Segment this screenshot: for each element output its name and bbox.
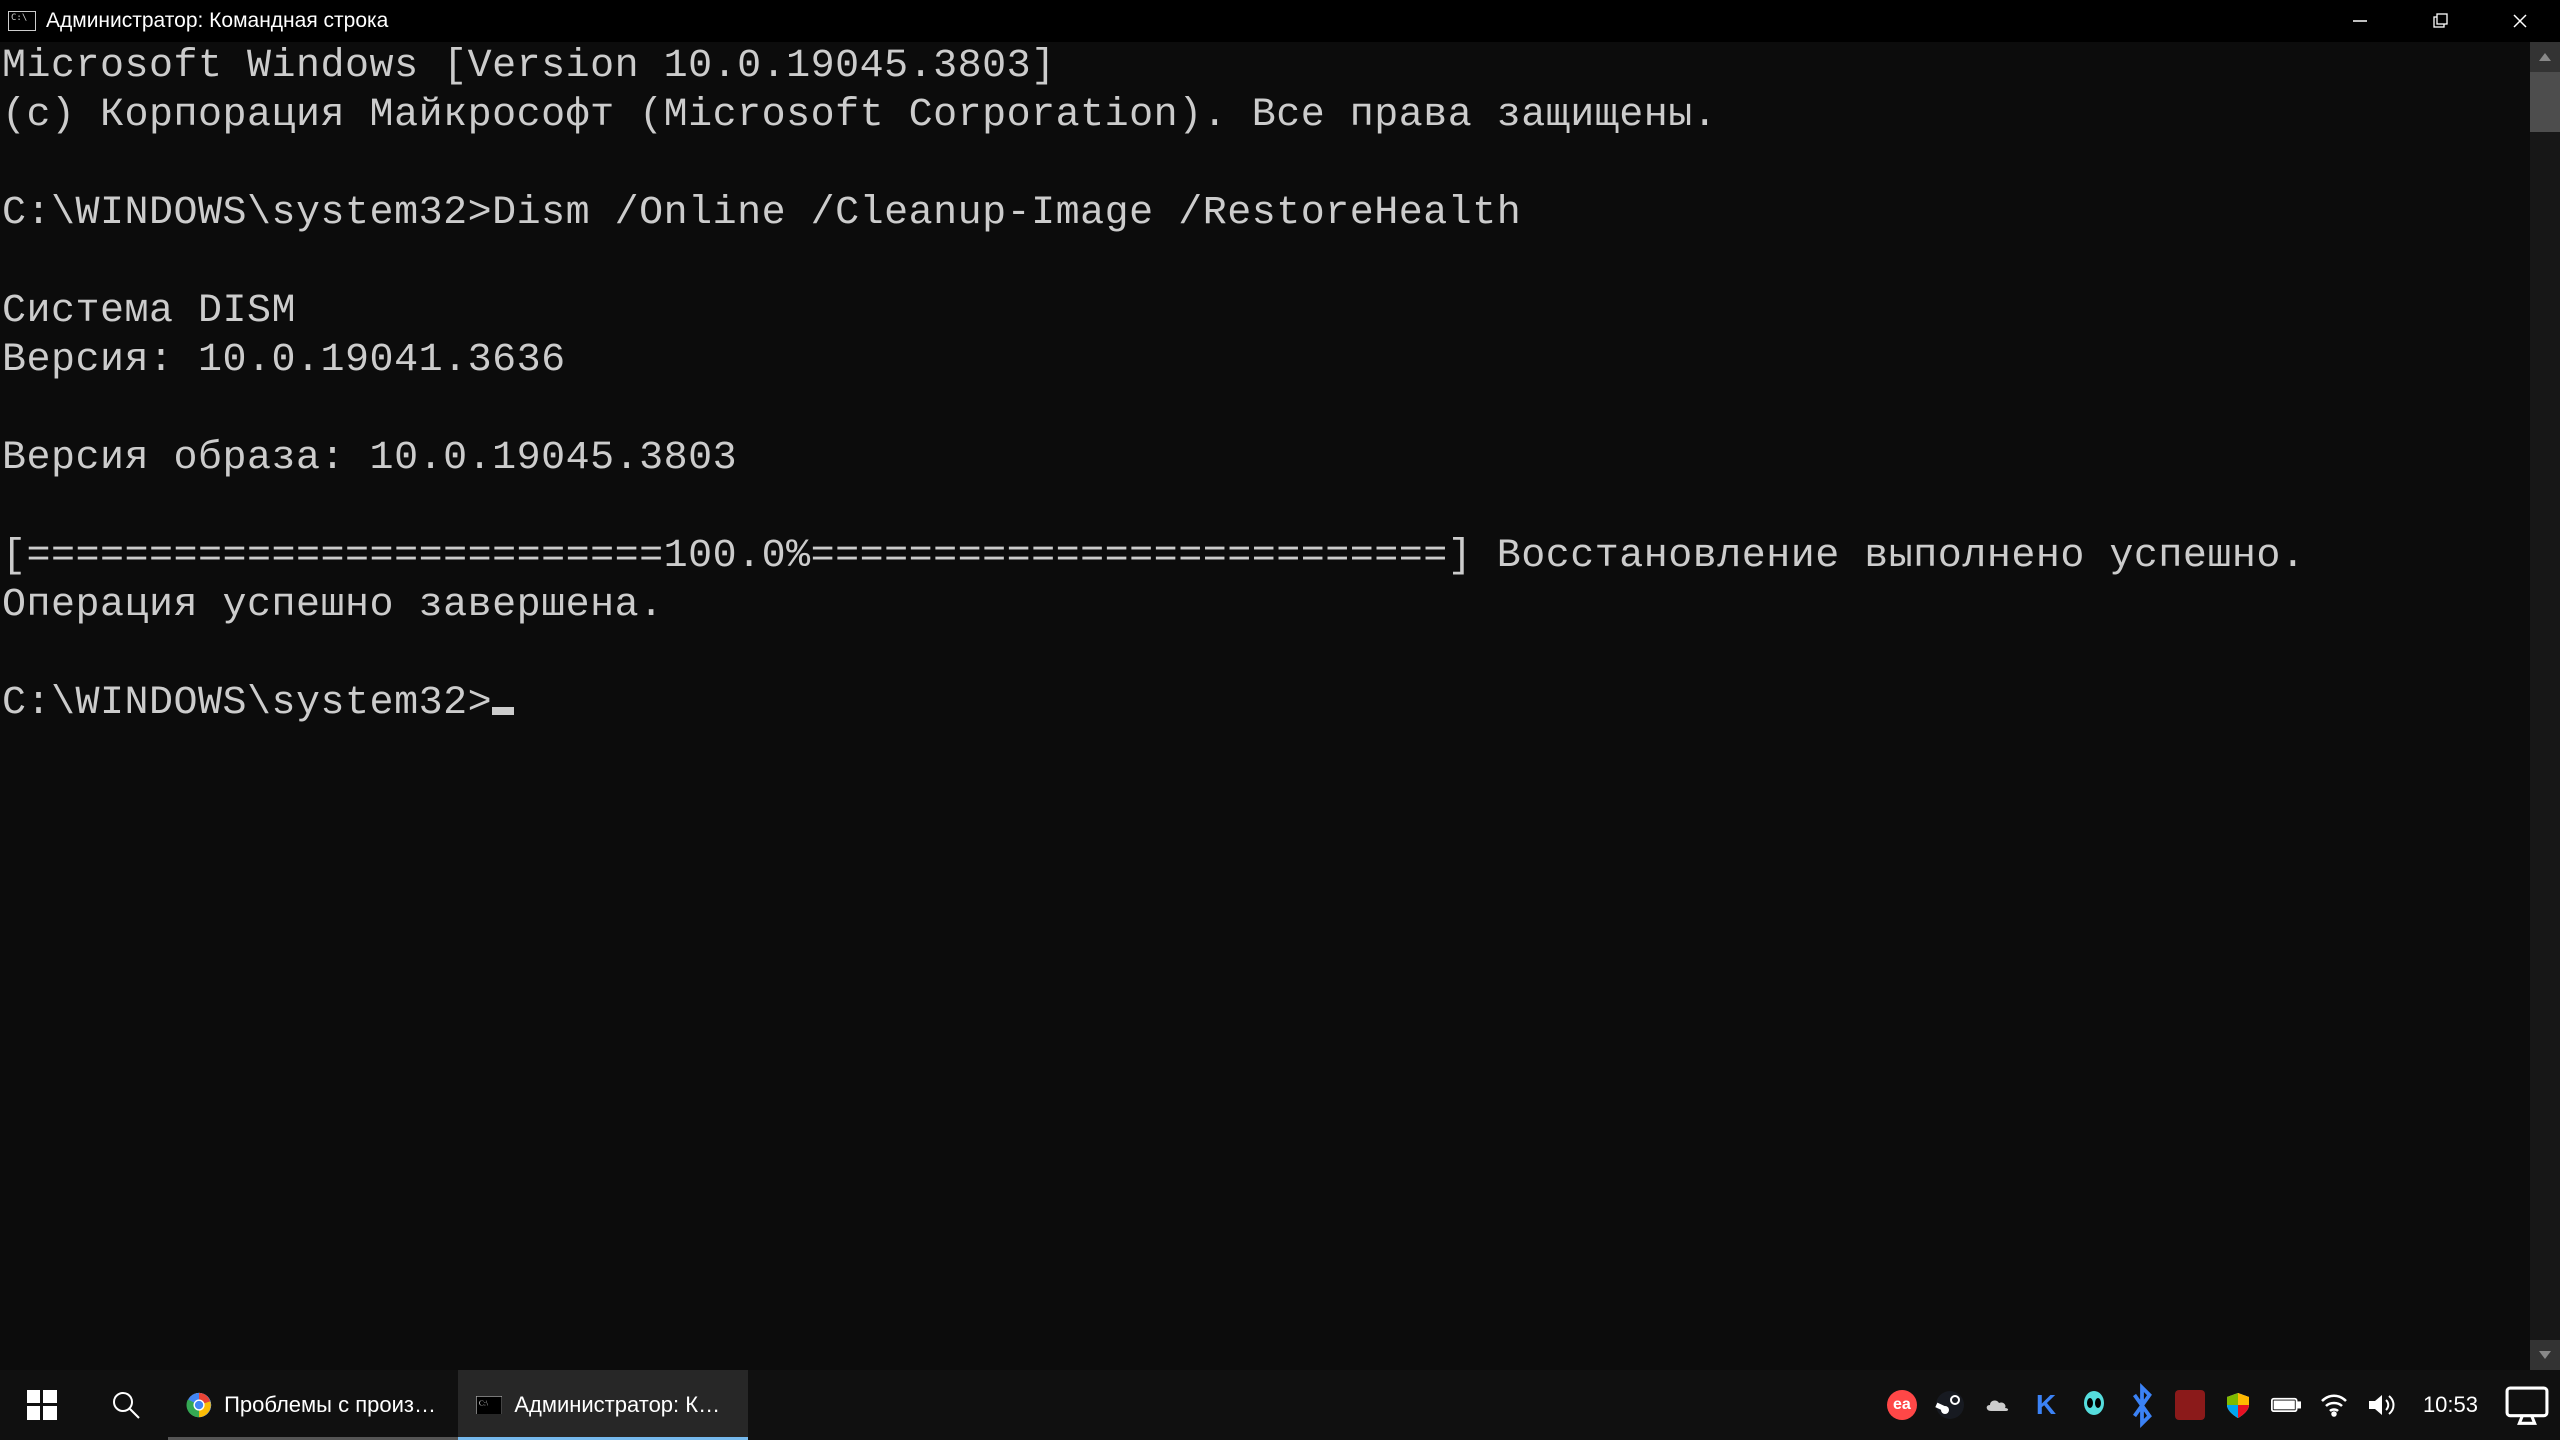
taskbar-item-label: Проблемы с произво... bbox=[224, 1392, 440, 1418]
vertical-scrollbar[interactable] bbox=[2530, 42, 2560, 1370]
action-center-button[interactable] bbox=[2504, 1370, 2550, 1440]
onedrive-tray-icon[interactable] bbox=[1983, 1390, 2013, 1420]
console-output[interactable]: Microsoft Windows [Version 10.0.19045.38… bbox=[0, 42, 2530, 1370]
close-button[interactable] bbox=[2480, 0, 2560, 42]
search-icon bbox=[110, 1389, 142, 1421]
app-k-tray-icon[interactable]: K bbox=[2031, 1390, 2061, 1420]
scroll-up-button[interactable] bbox=[2530, 42, 2560, 72]
maximize-button[interactable] bbox=[2400, 0, 2480, 42]
close-icon bbox=[2511, 12, 2529, 30]
console-line: [==========================100.0%=======… bbox=[2, 534, 2305, 579]
window-title-bar: Администратор: Командная строка bbox=[0, 0, 2560, 42]
cmd-icon: C:\ bbox=[476, 1391, 502, 1419]
chrome-icon bbox=[186, 1391, 212, 1419]
console-line: Версия: 10.0.19041.3636 bbox=[2, 338, 566, 383]
windows-security-tray-icon[interactable] bbox=[2223, 1390, 2253, 1420]
console-area: Microsoft Windows [Version 10.0.19045.38… bbox=[0, 42, 2560, 1370]
taskbar-clock[interactable]: 10:53 bbox=[2415, 1392, 2486, 1418]
console-line: (c) Корпорация Майкрософт (Microsoft Cor… bbox=[2, 93, 1717, 138]
svg-text:C:\: C:\ bbox=[479, 1398, 489, 1407]
console-line: Версия образа: 10.0.19045.3803 bbox=[2, 436, 737, 481]
taskbar-item-label: Администратор: Ком... bbox=[514, 1392, 730, 1418]
console-line: Операция успешно завершена. bbox=[2, 583, 664, 628]
taskbar-item-cmd[interactable]: C:\ Администратор: Ком... bbox=[458, 1370, 748, 1440]
start-button[interactable] bbox=[0, 1370, 84, 1440]
window-controls bbox=[2320, 0, 2560, 42]
app-alien-tray-icon[interactable] bbox=[2079, 1390, 2109, 1420]
search-button[interactable] bbox=[84, 1370, 168, 1440]
scroll-down-button[interactable] bbox=[2530, 1340, 2560, 1370]
taskbar: Проблемы с произво... C:\ Администратор:… bbox=[0, 1370, 2560, 1440]
windows-logo-icon bbox=[27, 1390, 57, 1420]
maximize-icon bbox=[2431, 12, 2449, 30]
console-prompt: C:\WINDOWS\system32> bbox=[2, 681, 492, 726]
window-title: Администратор: Командная строка bbox=[46, 9, 2320, 33]
bluetooth-tray-icon[interactable] bbox=[2127, 1390, 2157, 1420]
steam-tray-icon[interactable] bbox=[1935, 1390, 1965, 1420]
console-line: C:\WINDOWS\system32>Dism /Online /Cleanu… bbox=[2, 191, 1521, 236]
ea-app-tray-icon[interactable]: ea bbox=[1887, 1390, 1917, 1420]
system-tray: ea K 10:53 bbox=[1887, 1370, 2560, 1440]
minimize-button[interactable] bbox=[2320, 0, 2400, 42]
battery-tray-icon[interactable] bbox=[2271, 1390, 2301, 1420]
cmd-app-icon bbox=[8, 11, 36, 31]
minimize-icon bbox=[2351, 12, 2369, 30]
wifi-tray-icon[interactable] bbox=[2319, 1390, 2349, 1420]
app-red-tray-icon[interactable] bbox=[2175, 1390, 2205, 1420]
volume-tray-icon[interactable] bbox=[2367, 1390, 2397, 1420]
taskbar-item-chrome[interactable]: Проблемы с произво... bbox=[168, 1370, 458, 1440]
scroll-thumb[interactable] bbox=[2530, 72, 2560, 132]
cursor bbox=[492, 707, 514, 715]
console-line: Microsoft Windows [Version 10.0.19045.38… bbox=[2, 44, 1056, 89]
console-line: Cистема DISM bbox=[2, 289, 296, 334]
